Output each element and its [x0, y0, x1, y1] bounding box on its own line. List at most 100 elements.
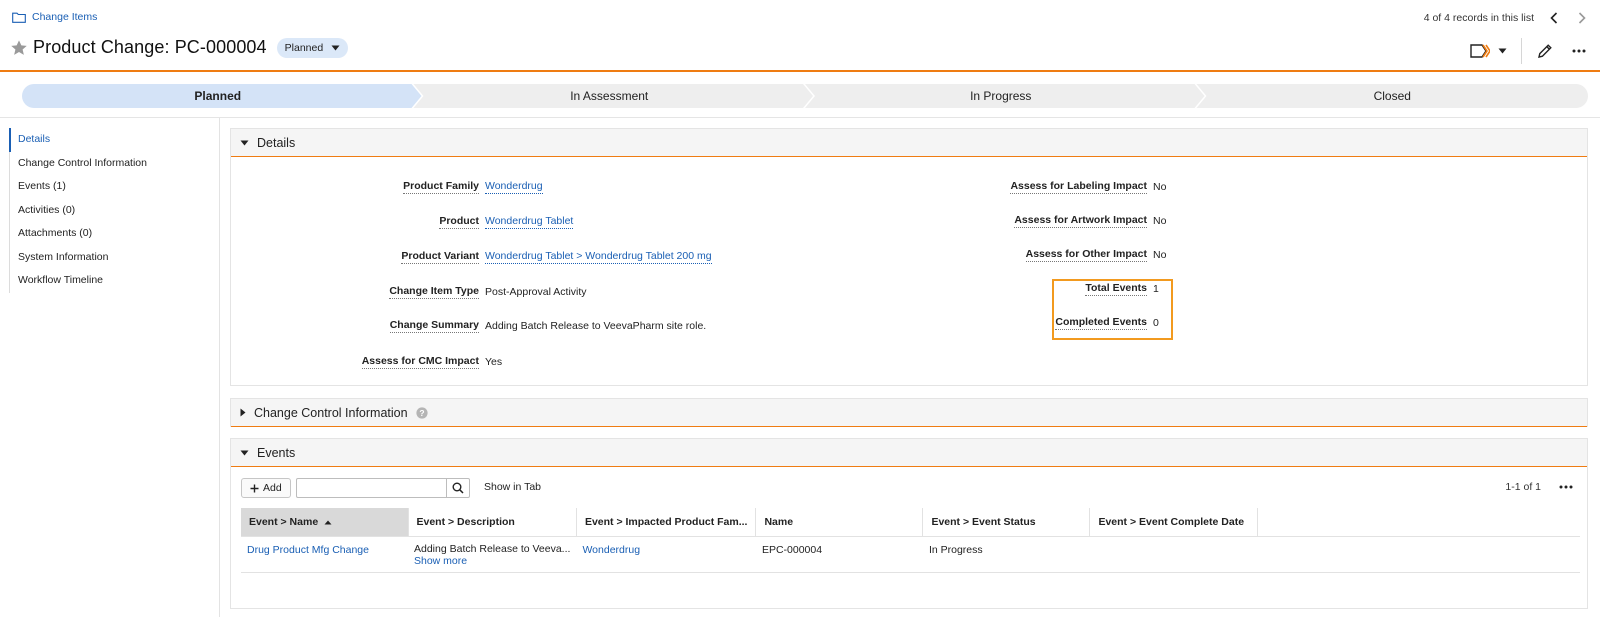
nav-item-details[interactable]: Details — [9, 128, 209, 152]
field-assess-artwork-impact: Assess for Artwork Impact No — [231, 214, 1166, 228]
lifecycle-stage-planned: Planned — [194, 89, 242, 103]
toolbar-divider — [1521, 38, 1522, 64]
change-control-section: Change Control Information ? — [230, 398, 1588, 427]
field-value: No — [1153, 181, 1167, 193]
events-toolbar: Add Show in Tab 1-1 of 1 — [231, 467, 1587, 507]
record-navigation: 4 of 4 records in this list — [1424, 11, 1590, 25]
workflow-actions-button[interactable] — [1470, 39, 1507, 63]
breadcrumb-link[interactable]: Change Items — [32, 11, 97, 23]
details-section: Details Product Family Wonderdrug Produc… — [230, 128, 1588, 386]
record-toolbar — [1470, 38, 1590, 64]
lifecycle-stage-in-progress: In Progress — [970, 89, 1032, 103]
favorite-star-icon[interactable] — [10, 39, 28, 57]
nav-divider — [219, 118, 220, 617]
previous-record-button[interactable] — [1546, 11, 1562, 25]
field-label: Assess for CMC Impact — [361, 355, 479, 369]
events-search-input[interactable] — [296, 478, 447, 498]
field-assess-labeling-impact: Assess for Labeling Impact No — [231, 180, 1166, 194]
spacer-cell — [1257, 536, 1580, 573]
breadcrumb[interactable]: Change Items — [12, 11, 97, 23]
event-complete-date-cell — [1089, 536, 1258, 573]
search-icon — [452, 482, 464, 494]
record-count: 4 of 4 records in this list — [1423, 12, 1534, 24]
field-value: Yes — [485, 356, 503, 368]
svg-text:?: ? — [419, 408, 424, 418]
change-control-section-header[interactable]: Change Control Information ? — [231, 399, 1587, 427]
more-actions-button[interactable] — [1568, 39, 1590, 63]
column-header-event-status[interactable]: Event > Event Status — [922, 508, 1091, 537]
events-more-button[interactable] — [1559, 480, 1573, 492]
events-search-button[interactable] — [446, 478, 470, 498]
more-horizontal-icon — [1559, 485, 1573, 489]
more-horizontal-icon — [1572, 49, 1586, 53]
plus-icon — [250, 484, 259, 492]
field-value: No — [1153, 249, 1167, 261]
events-table: Event > Name Event > Description Event >… — [241, 508, 1580, 573]
state-dropdown[interactable]: Planned — [276, 37, 349, 58]
column-header-event-complete-date[interactable]: Event > Event Complete Date — [1089, 508, 1259, 537]
field-value: No — [1153, 215, 1167, 227]
nav-item-attachments[interactable]: Attachments (0) — [10, 222, 209, 246]
event-description: Adding Batch Release to Veeva... — [414, 542, 571, 555]
details-section-header[interactable]: Details — [231, 129, 1587, 157]
chevron-right-icon — [1578, 12, 1586, 24]
state-label: Planned — [284, 41, 324, 54]
column-header-event-name[interactable]: Event > Name — [241, 508, 409, 537]
field-assess-other-impact: Assess for Other Impact No — [231, 248, 1166, 262]
column-header-spacer — [1257, 508, 1580, 537]
event-status-cell: In Progress — [922, 536, 1090, 573]
page-title: Product Change: PC-000004 — [33, 37, 267, 57]
table-row: Drug Product Mfg Change Adding Batch Rel… — [241, 536, 1580, 573]
header-accent-rule — [0, 70, 1600, 72]
add-event-button[interactable]: Add — [241, 478, 291, 498]
section-title: Events — [257, 445, 296, 460]
nav-item-activities[interactable]: Activities (0) — [10, 199, 209, 223]
nav-item-system-information[interactable]: System Information — [10, 246, 209, 270]
help-icon[interactable]: ? — [415, 406, 428, 419]
field-completed-events: Completed Events 0 — [231, 316, 1159, 330]
lifecycle-stage-closed: Closed — [1373, 89, 1411, 103]
nav-item-change-control-information[interactable]: Change Control Information — [10, 152, 209, 176]
column-label: Event > Name — [249, 515, 319, 528]
nav-item-events[interactable]: Events (1) — [10, 175, 209, 199]
lifecycle-stage-bar: Planned In Assessment In Progress Closed — [22, 84, 1588, 108]
table-header-row: Event > Name Event > Description Event >… — [241, 508, 1580, 537]
record-name-cell: EPC-000004 — [755, 536, 923, 573]
record-header: Product Change: PC-000004 Planned — [10, 37, 349, 58]
nav-item-workflow-timeline[interactable]: Workflow Timeline — [10, 269, 209, 293]
lifecycle-stage-in-assessment: In Assessment — [570, 89, 649, 103]
event-name-link[interactable]: Drug Product Mfg Change — [247, 544, 369, 556]
events-section-header[interactable]: Events — [231, 439, 1587, 467]
caret-right-icon — [240, 408, 246, 417]
field-assess-cmc-impact: Assess for CMC Impact Yes — [231, 355, 1231, 369]
pagination-count: 1-1 of 1 — [1505, 481, 1541, 493]
next-record-button[interactable] — [1574, 11, 1590, 25]
caret-down-icon — [331, 45, 340, 50]
pencil-icon — [1538, 44, 1552, 58]
column-header-name[interactable]: Name — [755, 508, 924, 537]
show-more-link[interactable]: Show more — [414, 555, 570, 567]
folder-icon — [12, 12, 26, 23]
caret-down-icon — [240, 450, 249, 455]
section-navigation: Details Change Control Information Event… — [9, 128, 209, 293]
product-family-link[interactable]: Wonderdrug — [582, 544, 640, 556]
section-title: Details — [257, 135, 296, 150]
product-family-cell: Wonderdrug — [576, 536, 756, 573]
event-counts-highlight — [1052, 279, 1173, 340]
column-header-impacted-product-family[interactable]: Event > Impacted Product Fam... — [576, 508, 757, 537]
header-divider — [0, 117, 1600, 118]
sort-ascending-icon — [324, 520, 332, 525]
chevron-left-icon — [1550, 12, 1558, 24]
edit-button[interactable] — [1534, 39, 1556, 63]
details-fields: Product Family Wonderdrug Product Wonder… — [231, 157, 1587, 385]
field-label: Assess for Labeling Impact — [1010, 180, 1147, 194]
field-total-events: Total Events 1 — [231, 282, 1159, 296]
caret-down-icon — [1498, 48, 1507, 54]
show-in-tab-link[interactable]: Show in Tab — [484, 481, 541, 493]
caret-down-icon — [240, 140, 249, 145]
field-label: Assess for Other Impact — [1025, 248, 1147, 262]
section-title: Change Control Information — [254, 405, 408, 420]
column-header-event-description[interactable]: Event > Description — [408, 508, 577, 537]
workflow-icon — [1470, 44, 1490, 58]
add-label: Add — [263, 482, 282, 494]
